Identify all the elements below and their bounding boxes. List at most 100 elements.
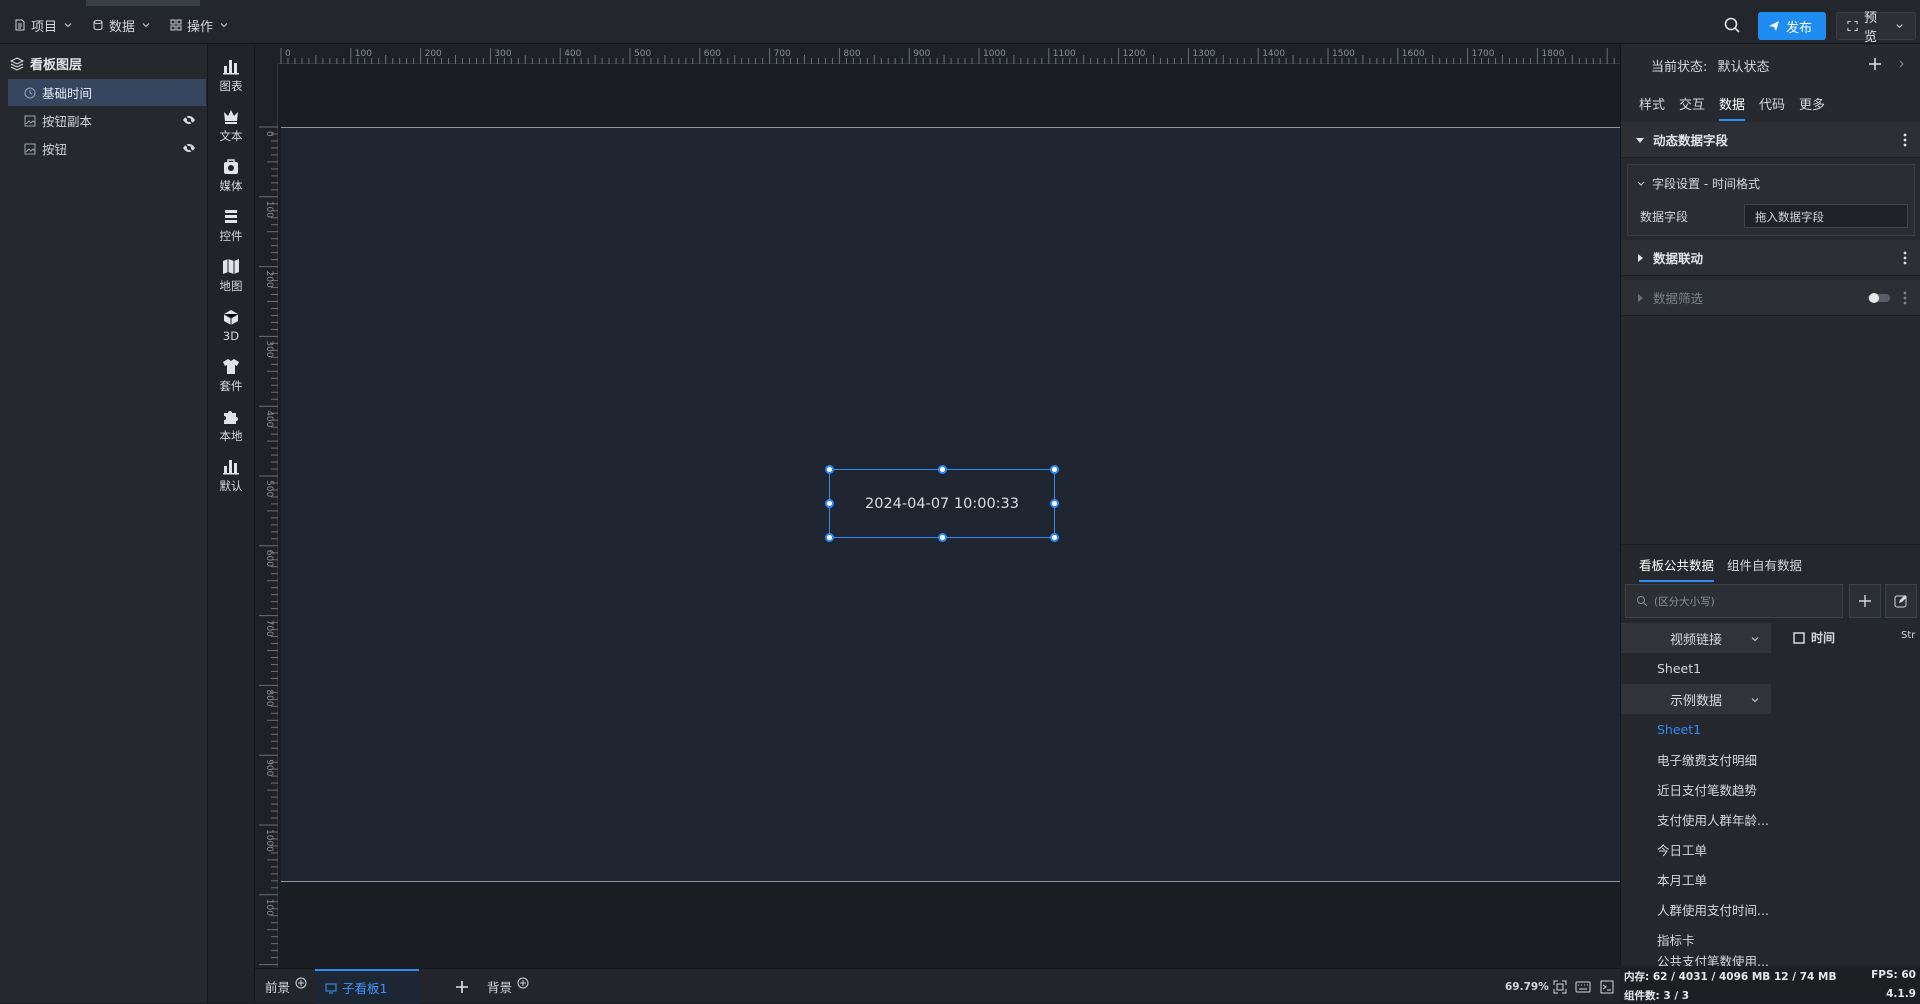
add-circle-icon[interactable]	[517, 977, 529, 989]
component-3d[interactable]: 3D	[208, 301, 254, 351]
add-state-icon[interactable]	[1868, 57, 1882, 71]
edit-data-button[interactable]	[1885, 584, 1917, 618]
ruler-label: 1000	[264, 829, 274, 852]
tab-data[interactable]: 数据	[1719, 94, 1746, 121]
data-sheet-item[interactable]: 本月工单	[1621, 864, 1771, 894]
checkbox-icon[interactable]	[1793, 631, 1805, 644]
component-control[interactable]: 控件	[208, 201, 254, 251]
data-search-input[interactable]: (区分大小写)	[1625, 584, 1843, 618]
data-source-browser: 看板公共数据 组件自有数据 (区分大小写) 视频链接 Sheet1 示例数据 S…	[1621, 544, 1920, 967]
resize-handle-s[interactable]	[938, 533, 947, 542]
resize-handle-sw[interactable]	[825, 533, 834, 542]
resize-handle-w[interactable]	[825, 499, 834, 508]
tab-style[interactable]: 样式	[1639, 94, 1665, 113]
tab-public-data[interactable]: 看板公共数据	[1639, 555, 1715, 582]
component-media[interactable]: 媒体	[208, 151, 254, 201]
ruler-label: 1100	[1053, 49, 1076, 59]
clock-icon	[24, 87, 36, 98]
ruler-label: 400	[564, 49, 581, 59]
tab-more[interactable]: 更多	[1799, 94, 1825, 113]
data-group-example[interactable]: 示例数据	[1621, 684, 1771, 714]
component-local[interactable]: 本地	[208, 401, 254, 451]
add-circle-icon[interactable]	[295, 977, 307, 989]
ruler-label: 1000	[983, 49, 1006, 59]
ruler-label: 1500	[1332, 49, 1355, 59]
control-icon	[225, 210, 237, 223]
section-data-linkage[interactable]: 数据联动	[1621, 240, 1920, 276]
section-data-filter[interactable]: 数据筛选	[1621, 280, 1920, 316]
data-sheet-item[interactable]: 电子缴费支付明细	[1621, 744, 1771, 774]
component-kit[interactable]: 套件	[208, 351, 254, 401]
image-icon	[24, 143, 36, 154]
chevron-right-icon[interactable]	[1897, 59, 1907, 69]
search-icon	[1637, 596, 1648, 607]
menu-project[interactable]: 项目	[14, 14, 74, 36]
data-field-type: Str	[1901, 630, 1916, 641]
preview-button[interactable]: 预览	[1836, 11, 1916, 45]
zoom-level[interactable]: 69.79%	[1505, 969, 1549, 1004]
component-map[interactable]: 地图	[208, 251, 254, 301]
ruler-label: 800	[843, 49, 860, 59]
search-icon[interactable]	[1723, 16, 1741, 34]
component-chart[interactable]: 图表	[208, 51, 254, 101]
more-icon[interactable]	[1903, 133, 1907, 147]
add-data-button[interactable]	[1849, 584, 1881, 618]
grid-icon	[170, 19, 182, 31]
eye-hidden-icon[interactable]	[182, 142, 196, 154]
resize-handle-e[interactable]	[1050, 499, 1059, 508]
add-board-button[interactable]	[455, 969, 469, 1004]
data-sheet-item-selected[interactable]: Sheet1	[1621, 714, 1771, 744]
tab-sub-board[interactable]: 子看板1	[315, 969, 419, 1004]
resize-handle-nw[interactable]	[825, 465, 834, 474]
tab-interaction[interactable]: 交互	[1679, 94, 1705, 113]
ruler-label: 800	[264, 689, 274, 706]
component-default[interactable]: 默认	[208, 451, 254, 501]
map-icon	[223, 259, 239, 274]
bar-chart-icon	[223, 460, 239, 475]
tab-component-data[interactable]: 组件自有数据	[1727, 555, 1802, 574]
data-sheet-item[interactable]: 今日工单	[1621, 834, 1771, 864]
layers-icon	[10, 56, 24, 71]
more-icon[interactable]	[1903, 251, 1907, 265]
data-field-label: 数据字段	[1640, 210, 1689, 224]
layer-item[interactable]: 按钮副本	[8, 107, 206, 134]
data-sheet-item[interactable]: 公共支付笔数使用...	[1621, 951, 1771, 967]
component-text[interactable]: 文本	[208, 101, 254, 151]
field-settings-box: 字段设置 - 时间格式 数据字段 拖入数据字段	[1627, 164, 1915, 236]
data-sheet-item[interactable]: 近日支付笔数趋势	[1621, 774, 1771, 804]
layer-item[interactable]: 基础时间	[8, 79, 206, 106]
ruler-label: 600	[264, 550, 274, 567]
resize-handle-ne[interactable]	[1050, 465, 1059, 474]
layer-item[interactable]: 按钮	[8, 135, 206, 162]
resize-handle-n[interactable]	[938, 465, 947, 474]
tab-background[interactable]: 背景	[487, 969, 529, 1004]
eye-hidden-icon[interactable]	[182, 114, 196, 126]
filter-toggle[interactable]	[1867, 292, 1891, 304]
data-field-time[interactable]: 时间	[1793, 629, 1835, 646]
field-settings-header[interactable]: 字段设置 - 时间格式	[1636, 175, 1760, 192]
publish-button[interactable]: 发布	[1758, 12, 1826, 40]
keyboard-icon[interactable]	[1575, 969, 1591, 1004]
fit-screen-icon[interactable]	[1553, 969, 1567, 1004]
menu-operation[interactable]: 操作	[170, 14, 230, 36]
more-icon[interactable]	[1903, 291, 1907, 305]
menu-data[interactable]: 数据	[92, 14, 152, 36]
current-state: 当前状态: 默认状态	[1651, 60, 1770, 75]
data-sheet-item[interactable]: 人群使用支付时间...	[1621, 894, 1771, 924]
data-field-drop-input[interactable]: 拖入数据字段	[1744, 204, 1908, 228]
time-widget[interactable]: 2024-04-07 10:00:33	[825, 465, 1059, 542]
chevron-down-icon	[1751, 698, 1759, 703]
data-sheet-item[interactable]: 指标卡	[1621, 924, 1771, 954]
component-bar: 图表 文本 媒体 控件 地图 3D 套件 本地 默认	[208, 44, 255, 1003]
data-sheet-item[interactable]: Sheet1	[1621, 653, 1771, 683]
tab-foreground[interactable]: 前景	[265, 969, 307, 1004]
data-sheet-item[interactable]: 支付使用人群年龄...	[1621, 804, 1771, 834]
section-dynamic-fields[interactable]: 动态数据字段	[1621, 122, 1920, 158]
resize-handle-se[interactable]	[1050, 533, 1059, 542]
data-group-video[interactable]: 视频链接	[1621, 623, 1771, 653]
caret-down-icon	[1636, 137, 1644, 143]
ruler-label: 700	[264, 620, 274, 637]
ruler-label: 1400	[1262, 49, 1285, 59]
tab-code[interactable]: 代码	[1759, 94, 1785, 113]
terminal-icon[interactable]	[1600, 969, 1614, 1004]
